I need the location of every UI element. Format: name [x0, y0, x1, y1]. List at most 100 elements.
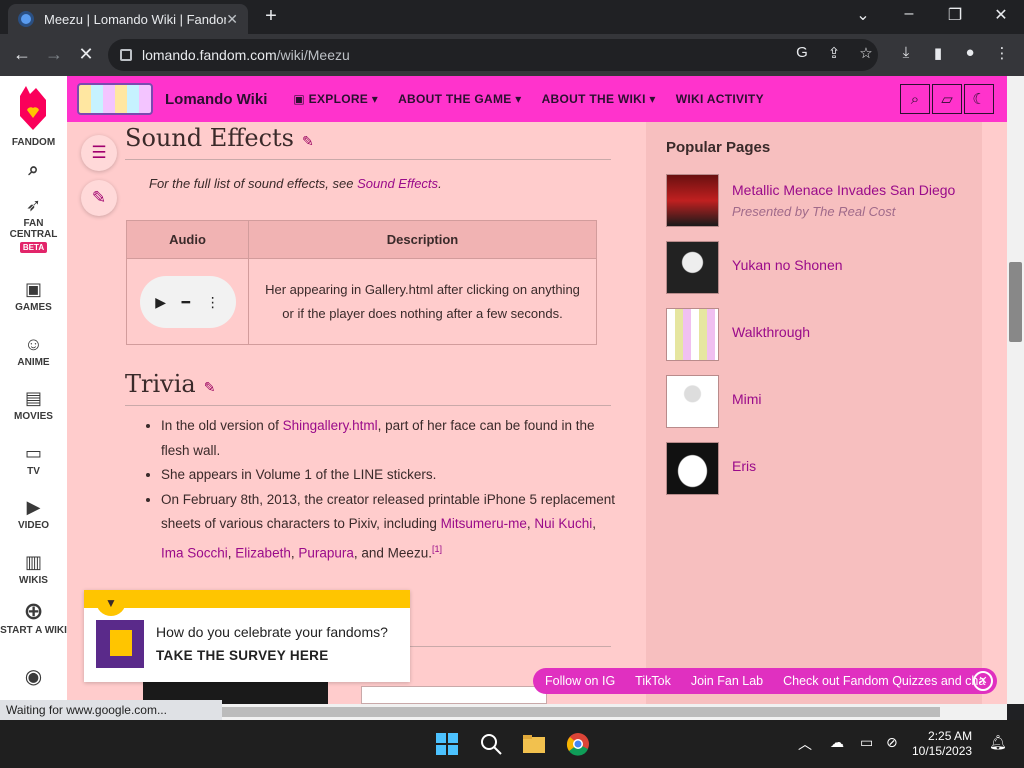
popular-item-title[interactable]: Metallic Menace Invades San Diego [732, 182, 955, 198]
chrome-icon[interactable] [566, 732, 590, 756]
forward-icon[interactable]: → [42, 44, 66, 65]
rail-movies[interactable]: ▤ MOVIES [0, 387, 67, 422]
nav-about-wiki[interactable]: ABOUT THE WIKI ▾ [542, 92, 656, 106]
side-panel-icon[interactable]: ▮ [927, 44, 949, 62]
tiktok-link[interactable]: TikTok [635, 674, 671, 688]
audio-player[interactable]: ▶ ━ ⋮ [139, 275, 236, 328]
edit-section-pencil-icon[interactable]: ✎ [302, 134, 314, 150]
rail-start-wiki[interactable]: ⊕ START A WIKI [0, 600, 67, 637]
shingallery-link[interactable]: Shingallery.html [283, 418, 378, 433]
rail-search[interactable]: ⌕ [0, 158, 67, 182]
fandom-logo[interactable] [16, 86, 50, 130]
popular-item[interactable]: Walkthrough [666, 308, 966, 362]
show-hidden-icons-icon[interactable]: ︿ [798, 734, 812, 754]
popular-item-title[interactable]: Yukan no Shonen [732, 257, 843, 273]
wiki-name[interactable]: Lomando Wiki [165, 91, 267, 108]
gallery-image[interactable] [361, 686, 547, 704]
rail-account[interactable]: ◉ [0, 666, 67, 690]
nav-explore[interactable]: ▣ EXPLORE ▾ [293, 92, 378, 106]
discussions-icon[interactable]: ▱ [932, 84, 962, 114]
sound-effects-link[interactable]: Sound Effects [357, 176, 438, 191]
tab-close-icon[interactable]: ✕ [226, 11, 238, 28]
popular-item-title[interactable]: Eris [732, 458, 756, 474]
elizabeth-link[interactable]: Elizabeth [235, 545, 291, 560]
rail-tv[interactable]: ▭ TV [0, 442, 67, 477]
play-icon[interactable]: ▶ [155, 290, 166, 314]
collapse-chevron-icon[interactable]: ▼ [96, 594, 126, 616]
popular-item[interactable]: Eris [666, 442, 966, 496]
profile-icon[interactable]: ● [959, 44, 981, 61]
search-icon[interactable] [479, 732, 503, 756]
wiki-logo[interactable] [77, 83, 153, 115]
bookmark-star-icon[interactable]: ☆ [855, 44, 877, 62]
notification-bell-icon[interactable]: 🔔︎ [989, 734, 1007, 751]
description-cell: Her appearing in Gallery.html after clic… [248, 258, 597, 345]
thumbnail-image[interactable] [666, 174, 719, 227]
wiki-search-icon[interactable]: ⌕ [900, 84, 930, 114]
rail-wikis[interactable]: ▥ WIKIS [0, 551, 67, 586]
rail-anime-label: ANIME [17, 357, 50, 368]
popular-item[interactable]: Metallic Menace Invades San Diego Presen… [666, 174, 966, 228]
volume-muted-icon[interactable]: ⊘ [886, 734, 898, 751]
rail-games[interactable]: ▣ GAMES [0, 278, 67, 313]
fan-lab-link[interactable]: Join Fan Lab [691, 674, 763, 688]
col-audio: Audio [126, 220, 249, 259]
reference-1[interactable]: [1] [432, 544, 442, 554]
google-lens-icon[interactable]: G [791, 44, 813, 61]
close-window-icon[interactable]: ✕ [986, 5, 1016, 25]
nav-about-game[interactable]: ABOUT THE GAME ▾ [398, 92, 522, 106]
thumbnail-image[interactable] [666, 241, 719, 294]
thumbnail-image[interactable] [666, 375, 719, 428]
thumbnail-image[interactable] [666, 442, 719, 495]
onedrive-icon[interactable]: ☁ [830, 734, 844, 751]
popular-item-title[interactable]: Mimi [732, 391, 762, 407]
taskbar-clock[interactable]: 2:25 AM 10/15/2023 [912, 729, 972, 759]
horizontal-scrollbar[interactable] [222, 704, 1007, 720]
file-explorer-icon[interactable] [522, 732, 546, 756]
rail-movies-label: MOVIES [14, 411, 53, 422]
new-tab-icon[interactable]: + [260, 5, 282, 28]
volume-icon[interactable]: ━ [182, 290, 190, 314]
popular-item[interactable]: Yukan no Shonen [666, 241, 966, 295]
quizzes-link[interactable]: Check out Fandom Quizzes and cha [783, 674, 985, 688]
follow-ig-link[interactable]: Follow on IG [545, 674, 615, 688]
close-bar-icon[interactable]: ✕ [973, 671, 993, 691]
horizontal-scrollbar-thumb[interactable] [222, 707, 940, 717]
rail-tv-label: TV [27, 466, 40, 477]
windows-start-icon[interactable] [435, 732, 459, 756]
minimize-icon[interactable]: – [894, 5, 924, 23]
survey-link[interactable]: TAKE THE SURVEY HERE [156, 648, 329, 663]
rail-anime[interactable]: ☺ ANIME [0, 333, 67, 368]
trivia-1-pre: In the old version of [161, 418, 283, 433]
tab-search-icon[interactable]: ⌄ [848, 5, 878, 25]
nav-wiki-activity[interactable]: WIKI ACTIVITY [676, 92, 764, 106]
ima-socchi-link[interactable]: Ima Socchi [161, 545, 228, 560]
purapura-link[interactable]: Purapura [298, 545, 354, 560]
display-icon[interactable]: ▭ [860, 734, 873, 751]
lock-icon [120, 49, 132, 61]
vertical-scrollbar[interactable] [1007, 76, 1024, 704]
popular-item[interactable]: Mimi [666, 375, 966, 429]
stop-loading-icon[interactable]: ✕ [74, 44, 98, 65]
rail-fandom-label[interactable]: FANDOM [0, 137, 67, 148]
rail-video[interactable]: ▶ VIDEO [0, 496, 67, 531]
address-bar[interactable]: lomando.fandom.com/wiki/Meezu [108, 39, 878, 71]
menu-kebab-icon[interactable]: ⋮ [991, 44, 1013, 62]
nui-kuchi-link[interactable]: Nui Kuchi [534, 516, 592, 531]
back-icon[interactable]: ← [10, 44, 34, 65]
rail-fan-central[interactable]: ➶ FAN CENTRAL BETA [0, 194, 67, 253]
edit-page-icon[interactable]: ✎ [81, 180, 117, 216]
mitsumeru-me-link[interactable]: Mitsumeru-me [441, 516, 527, 531]
restore-icon[interactable]: ❐ [940, 5, 970, 25]
toc-icon[interactable]: ☰ [81, 135, 117, 171]
scrollbar-thumb[interactable] [1009, 262, 1022, 342]
thumbnail-image[interactable] [666, 308, 719, 361]
popular-item-title[interactable]: Walkthrough [732, 324, 810, 340]
share-icon[interactable]: ⇪ [823, 44, 845, 62]
survey-icon [96, 620, 144, 668]
browser-tab[interactable]: Meezu | Lomando Wiki | Fandom ✕ [8, 4, 248, 34]
theme-toggle-icon[interactable]: ☾ [964, 84, 994, 114]
audio-menu-icon[interactable]: ⋮ [206, 290, 220, 314]
download-icon[interactable]: ⤓ [895, 44, 917, 61]
edit-trivia-pencil-icon[interactable]: ✎ [204, 380, 216, 396]
